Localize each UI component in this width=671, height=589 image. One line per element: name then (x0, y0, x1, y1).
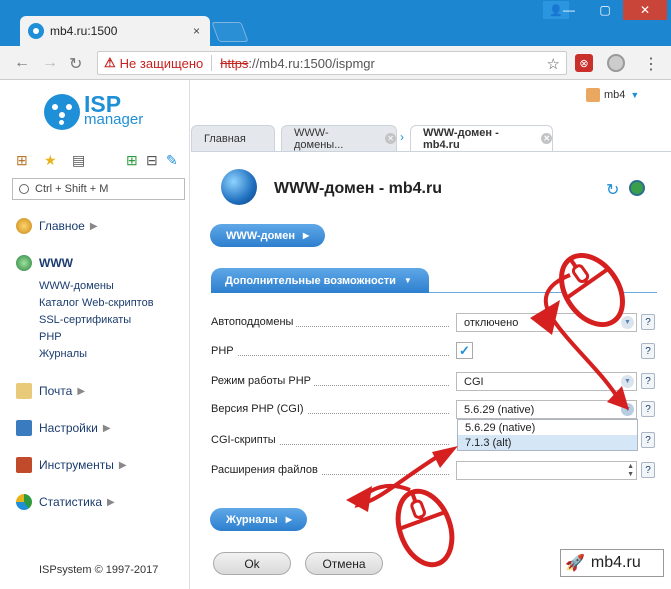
watermark-badge: 🚀 mb4.ru (560, 549, 664, 577)
rocket-icon: 🚀 (565, 555, 585, 572)
mouse-annotation-icon (559, 252, 625, 328)
annotation-overlay (346, 252, 629, 568)
arrow-head-icon (346, 486, 372, 512)
watermark-text: mb4.ru (590, 554, 641, 571)
arrow-head-icon (432, 446, 458, 468)
mouse-annotation-icon (395, 488, 455, 568)
